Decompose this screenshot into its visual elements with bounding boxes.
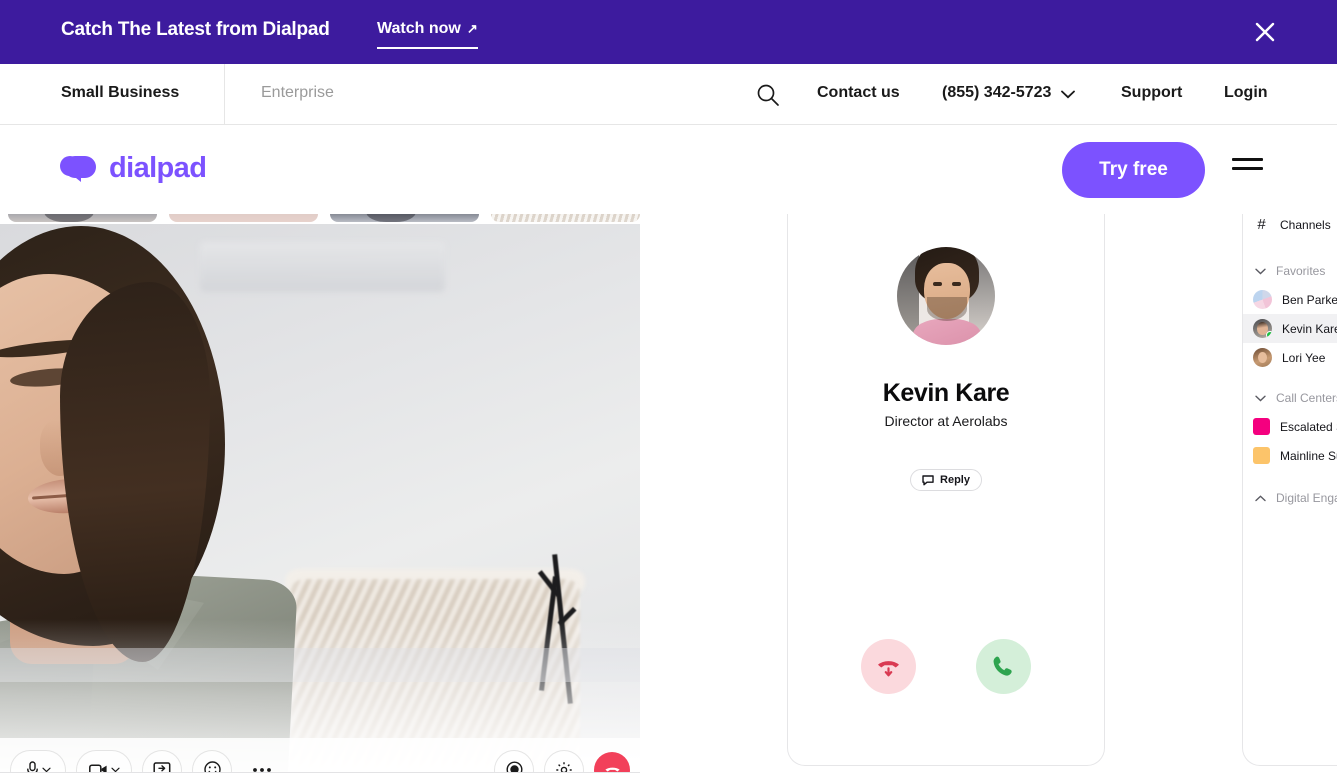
sidebar-group-label: Digital Engag: [1276, 491, 1337, 505]
hamburger-menu-icon[interactable]: [1232, 158, 1263, 180]
chevron-down-icon: [1254, 268, 1267, 275]
incoming-call-card: Kevin Kare Director at Aerolabs Reply: [787, 196, 1105, 766]
lori-yee-avatar: [1253, 348, 1272, 367]
nav-phone-number[interactable]: (855) 342-5723: [942, 84, 1076, 102]
dialpad-logo[interactable]: dialpad: [60, 152, 207, 185]
sidebar-group-label: Favorites: [1276, 264, 1326, 278]
microphone-button[interactable]: [10, 749, 66, 773]
call-controls-right: [494, 738, 630, 773]
promo-banner-text: Catch The Latest from Dialpad: [61, 19, 330, 40]
utility-nav: Small Business Enterprise Contact us (85…: [0, 64, 1337, 125]
contact-role: Director at Aerolabs: [884, 413, 1008, 429]
decline-call-icon: [875, 654, 902, 679]
share-screen-button[interactable]: [142, 749, 182, 773]
contacts-sidebar: # Channels Favorites Ben Parker Kevin Ka…: [1242, 196, 1337, 766]
nav-contact-us[interactable]: Contact us: [817, 84, 900, 102]
chat-bubble-icon: [922, 474, 934, 486]
nav-divider: [224, 64, 225, 125]
contact-name: Kevin Kare: [882, 379, 1010, 407]
hash-icon: #: [1257, 216, 1266, 233]
sidebar-item-escalated-support[interactable]: Escalated Su: [1243, 412, 1337, 441]
sidebar-item-label: Mainline Sup: [1280, 448, 1337, 463]
nav-phone-label: (855) 342-5723: [942, 84, 1052, 101]
segment-enterprise[interactable]: Enterprise: [261, 84, 334, 102]
nav-support[interactable]: Support: [1121, 84, 1182, 102]
burger-line: [1232, 167, 1263, 170]
kevin-kare-avatar: [1253, 319, 1272, 338]
sidebar-item-ben-parker[interactable]: Ben Parker: [1243, 285, 1337, 314]
nav-login[interactable]: Login: [1224, 84, 1268, 102]
search-icon[interactable]: [755, 82, 781, 108]
sidebar-item-kevin-kare[interactable]: Kevin Kare: [1243, 314, 1337, 343]
answer-call-icon: [991, 654, 1016, 679]
sidebar-item-label: Ben Parker: [1282, 292, 1337, 307]
call-action-row: [788, 639, 1104, 694]
sidebar-item-channels[interactable]: # Channels: [1243, 210, 1337, 239]
sidebar-item-label: Kevin Kare: [1282, 321, 1337, 336]
main-video-tile[interactable]: [0, 224, 640, 773]
call-center-color-swatch: [1253, 418, 1270, 435]
more-options-button[interactable]: [242, 750, 282, 773]
sidebar-item-lori-yee[interactable]: Lori Yee: [1243, 343, 1337, 372]
avatar: [897, 247, 995, 345]
camera-button[interactable]: [76, 749, 132, 773]
watch-now-link[interactable]: Watch now ↗: [377, 20, 478, 49]
chevron-down-icon: [1061, 90, 1076, 98]
video-bottom-fade: [0, 224, 640, 773]
sidebar-group-call-centers[interactable]: Call Centers: [1243, 384, 1337, 412]
ben-parker-avatar: [1253, 290, 1272, 309]
avatar-beard: [927, 297, 967, 321]
watch-now-label: Watch now: [377, 20, 461, 37]
sidebar-group-favorites[interactable]: Favorites: [1243, 257, 1337, 285]
sidebar-item-label: Escalated Su: [1280, 419, 1337, 434]
call-center-color-swatch: [1253, 447, 1270, 464]
sidebar-group-label: Call Centers: [1276, 391, 1337, 405]
online-status-dot: [1266, 331, 1272, 338]
product-screenshot-stage: Kevin Kare Director at Aerolabs Reply # …: [0, 196, 1337, 773]
segment-small-business[interactable]: Small Business: [61, 84, 179, 102]
call-control-bar: [0, 738, 640, 773]
reactions-button[interactable]: [192, 749, 232, 773]
chevron-down-icon: [1254, 395, 1267, 402]
sidebar-group-digital-engagement[interactable]: Digital Engag: [1243, 484, 1337, 512]
close-icon[interactable]: [1253, 20, 1277, 44]
answer-call-button[interactable]: [976, 639, 1031, 694]
reply-label: Reply: [940, 474, 970, 486]
sidebar-item-label: Lori Yee: [1282, 350, 1326, 365]
end-call-button[interactable]: [594, 751, 630, 773]
try-free-button[interactable]: Try free: [1062, 142, 1205, 198]
sidebar-item-label: Channels: [1280, 217, 1331, 232]
burger-line: [1232, 158, 1263, 161]
dialpad-logo-text: dialpad: [109, 152, 207, 184]
settings-button[interactable]: [544, 749, 584, 773]
avatar-shirt: [913, 319, 981, 345]
reply-button[interactable]: Reply: [910, 469, 982, 491]
sidebar-item-mainline-support[interactable]: Mainline Sup: [1243, 441, 1337, 470]
avatar-eye: [933, 282, 942, 286]
page-root: Catch The Latest from Dialpad Watch now …: [0, 0, 1337, 773]
call-controls-left: [0, 738, 282, 773]
dialpad-logo-icon: [60, 155, 98, 182]
promo-banner: Catch The Latest from Dialpad Watch now …: [0, 0, 1337, 64]
external-link-arrow-icon: ↗: [466, 21, 478, 36]
avatar-eye: [952, 282, 961, 286]
chevron-up-icon: [1254, 494, 1267, 502]
decline-call-button[interactable]: [861, 639, 916, 694]
record-button[interactable]: [494, 749, 534, 773]
